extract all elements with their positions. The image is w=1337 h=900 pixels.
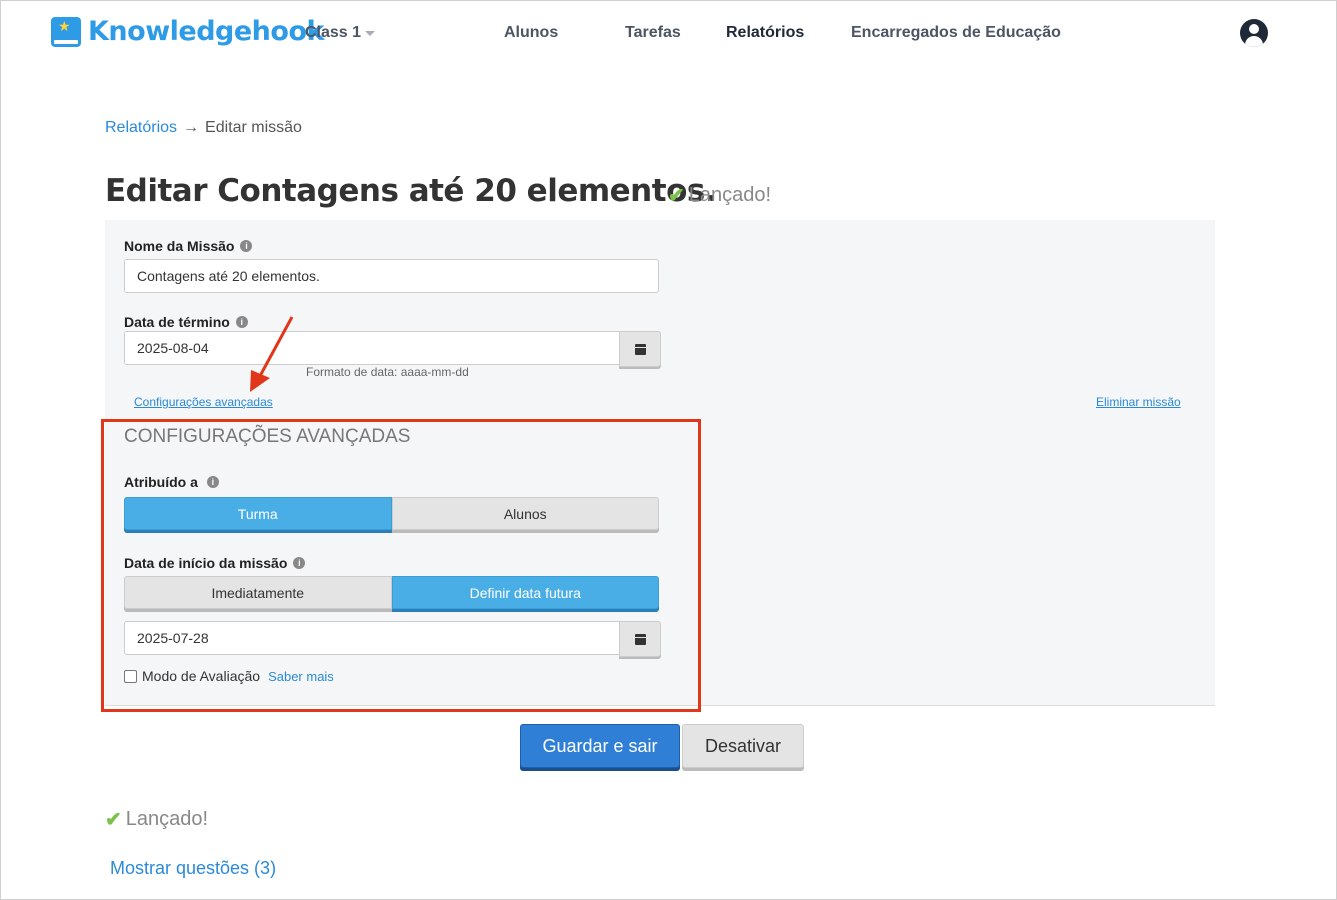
info-icon[interactable]: i — [240, 240, 253, 252]
mission-name-label-text: Nome da Missão — [124, 238, 235, 254]
mission-name-label: Nome da Missão i — [124, 238, 253, 254]
breadcrumb-link-relatorios[interactable]: Relatórios — [105, 119, 177, 136]
arrow-right-icon: → — [183, 119, 200, 136]
nav-relatorios[interactable]: Relatórios — [726, 24, 804, 42]
end-date-label-text: Data de término — [124, 314, 230, 330]
advanced-settings-link[interactable]: Configurações avançadas — [134, 395, 273, 409]
launched-status-label: Lançado! — [688, 184, 772, 206]
delete-mission-link[interactable]: Eliminar missão — [1096, 395, 1181, 409]
user-avatar-icon[interactable] — [1240, 19, 1268, 47]
end-date-input[interactable]: 2025-08-04 — [124, 331, 620, 365]
logo-text: Knowledgehook — [88, 16, 324, 47]
class-selector-label: Class 1 — [305, 24, 362, 41]
launched-status: ✔ Lançado! — [668, 183, 771, 208]
nav-tarefas[interactable]: Tarefas — [625, 24, 681, 42]
nav-alunos[interactable]: Alunos — [504, 24, 558, 42]
mission-name-input[interactable]: Contagens até 20 elementos. — [124, 259, 659, 293]
footer-launched-status: ✔ Lançado! — [105, 807, 208, 832]
save-and-exit-button[interactable]: Guardar e sair — [520, 724, 680, 768]
annotation-arrow-icon — [250, 316, 294, 392]
show-questions-link[interactable]: Mostrar questões (3) — [110, 858, 276, 879]
book-logo-icon: ★ — [51, 16, 81, 47]
footer-launched-status-label: Lançado! — [125, 808, 209, 830]
deactivate-button[interactable]: Desativar — [682, 724, 804, 768]
annotation-highlight-box — [101, 419, 701, 712]
end-date-calendar-button[interactable] — [619, 331, 661, 367]
chevron-down-icon — [365, 30, 376, 36]
breadcrumb: Relatórios → Editar missão — [105, 119, 302, 137]
nav-encarregados[interactable]: Encarregados de Educação — [851, 24, 1061, 42]
check-icon: ✔ — [105, 809, 122, 831]
end-date-label: Data de término i — [124, 314, 248, 330]
calendar-icon — [634, 343, 646, 355]
check-icon: ✔ — [668, 185, 685, 207]
logo[interactable]: ★ Knowledgehook — [51, 16, 324, 47]
breadcrumb-current: Editar missão — [205, 119, 302, 136]
page-title: Editar Contagens até 20 elementos. — [105, 173, 717, 209]
class-selector[interactable]: Class 1 — [305, 24, 376, 42]
date-format-hint: Formato de data: aaaa-mm-dd — [306, 365, 469, 379]
